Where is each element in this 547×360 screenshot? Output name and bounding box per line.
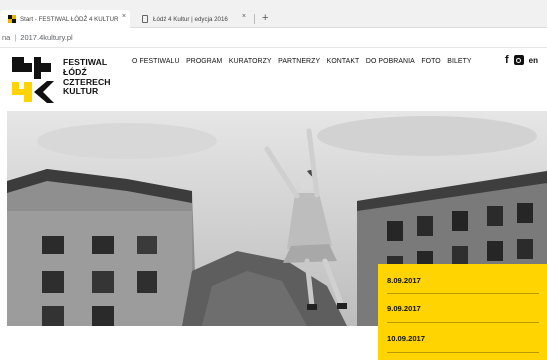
address-separator: |	[14, 33, 17, 42]
main-navigation: O FESTIWALU PROGRAM KURATORZY PARTNERZY …	[132, 58, 478, 65]
brand-line: KULTUR	[63, 86, 99, 97]
facebook-icon[interactable]: f	[505, 54, 509, 66]
tab-title: Łódź 4 Kultur | edycja 2016	[153, 15, 228, 23]
new-tab-button[interactable]: +	[262, 12, 268, 24]
address-url[interactable]: 2017.4kultury.pl	[20, 33, 72, 42]
instagram-icon[interactable]	[513, 55, 524, 65]
date-divider	[387, 322, 539, 323]
language-switch-en[interactable]: en	[529, 56, 538, 65]
nav-program[interactable]: PROGRAM	[186, 58, 222, 65]
date-divider	[387, 352, 539, 353]
tab-title: Start - FESTIWAL ŁÓDŹ 4 KULTUR	[20, 15, 119, 23]
address-prefix: na	[2, 33, 11, 42]
browser-tab-bar: Start - FESTIWAL ŁÓDŹ 4 KULTUR × Łódź 4 …	[0, 0, 547, 28]
date-divider	[387, 293, 539, 294]
address-bar[interactable]: na | 2017.4kultury.pl	[0, 28, 547, 48]
nav-foto[interactable]: FOTO	[421, 58, 440, 65]
festival-logo[interactable]	[12, 57, 54, 103]
close-tab-icon[interactable]: ×	[242, 13, 246, 20]
date-item[interactable]: 10.09.2017	[387, 334, 425, 343]
tab-divider	[254, 14, 255, 24]
nav-kuratorzy[interactable]: KURATORZY	[229, 58, 272, 65]
festival-dates-panel: 8.09.2017 9.09.2017 10.09.2017	[378, 264, 547, 360]
close-tab-icon[interactable]: ×	[122, 13, 126, 20]
festival-favicon-icon	[8, 15, 16, 23]
date-item[interactable]: 8.09.2017	[387, 276, 421, 285]
nav-partnerzy[interactable]: PARTNERZY	[278, 58, 320, 65]
tab-start[interactable]: Start - FESTIWAL ŁÓDŹ 4 KULTUR ×	[0, 10, 130, 28]
nav-kontakt[interactable]: KONTAKT	[327, 58, 360, 65]
page-icon	[142, 15, 148, 23]
nav-bilety[interactable]: BILETY	[447, 58, 471, 65]
nav-do-pobrania[interactable]: DO POBRANIA	[366, 58, 415, 65]
tab-edition-2016[interactable]: Łódź 4 Kultur | edycja 2016 ×	[140, 10, 250, 28]
date-item[interactable]: 9.09.2017	[387, 304, 421, 313]
festival-brand-name[interactable]: FESTIWAL ŁÓDŹ CZTERECH KULTUR	[63, 57, 111, 97]
social-links: f en	[505, 54, 538, 66]
nav-o-festiwalu[interactable]: O FESTIWALU	[132, 58, 180, 65]
